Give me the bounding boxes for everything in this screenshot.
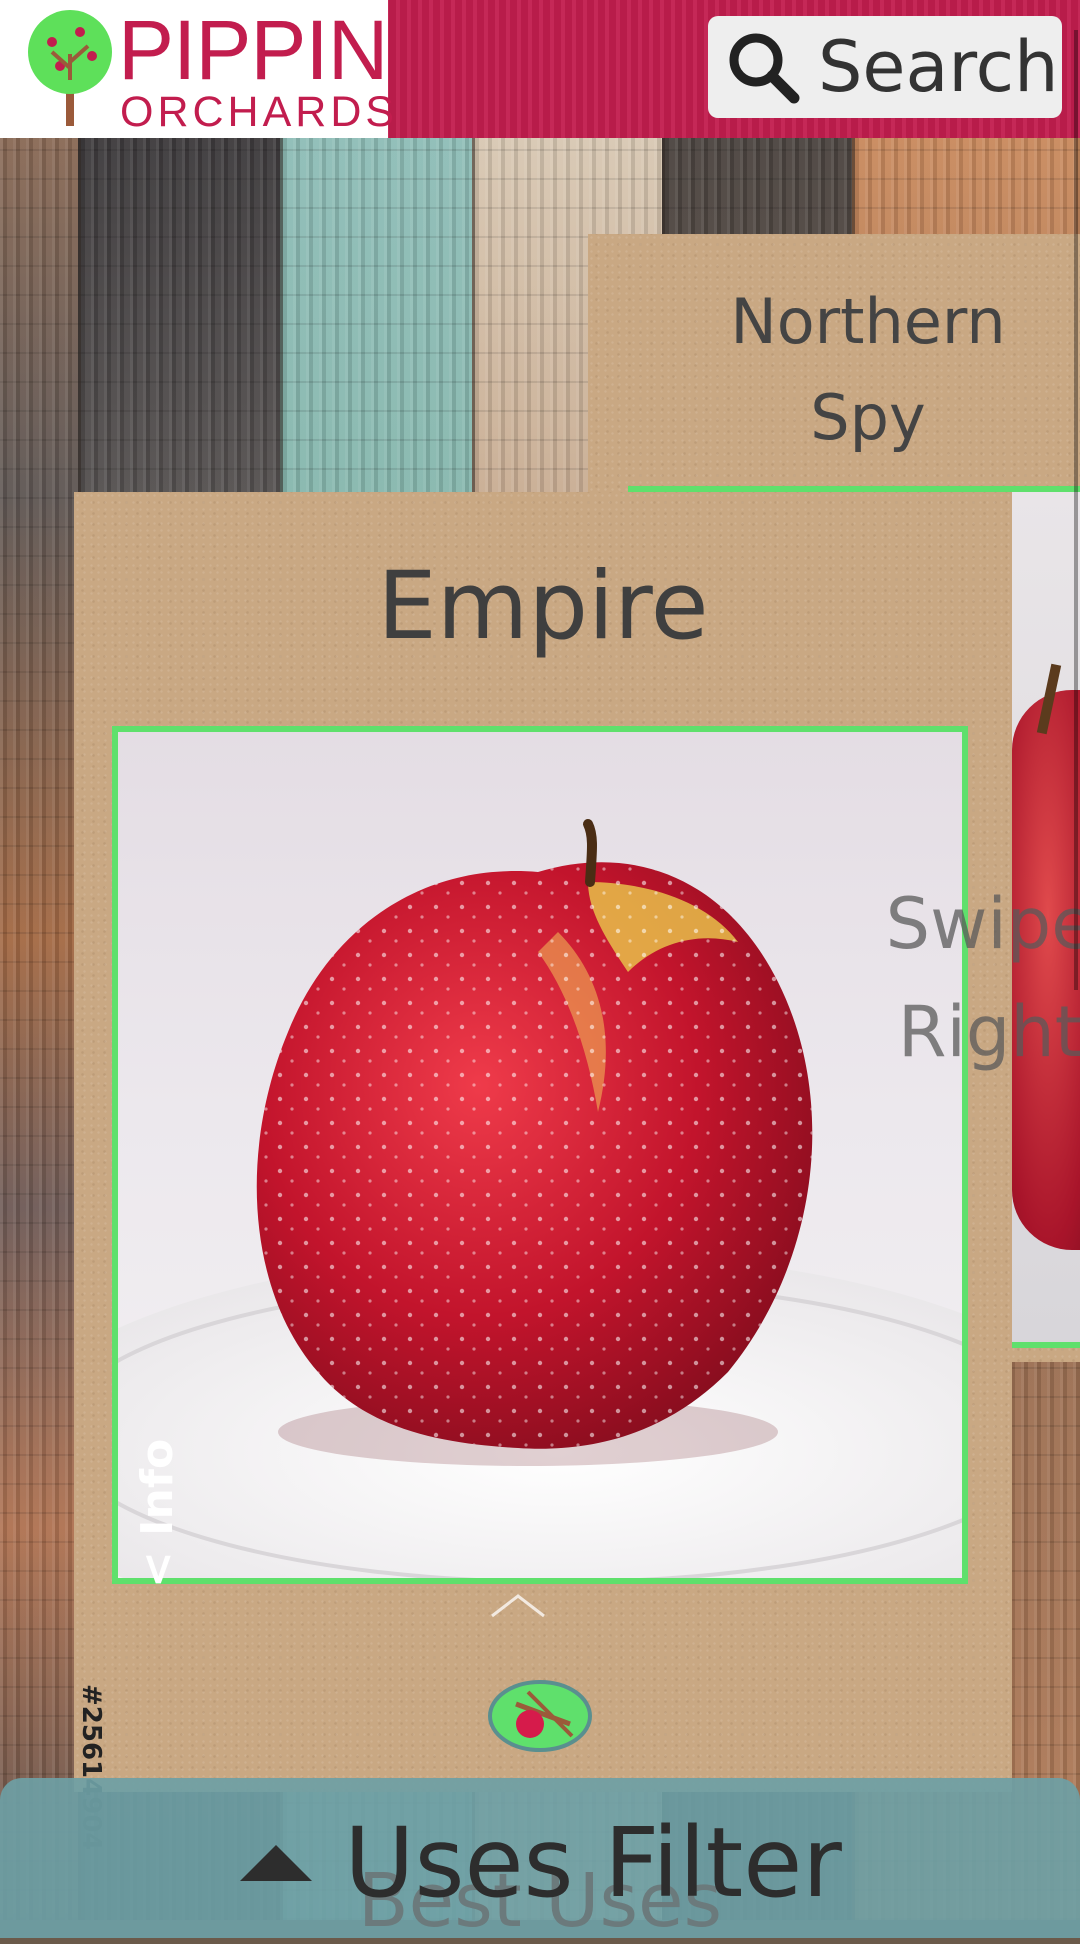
logo-line2: ORCHARDS (120, 88, 399, 136)
card-title: Empire (377, 552, 709, 661)
info-tab[interactable]: < Info (132, 1439, 183, 1588)
logo-text: PIPPIN ORCHARDS (118, 3, 399, 136)
card-back-title-line2: Spy (810, 381, 926, 454)
apple-photo (112, 726, 968, 1584)
apple-badge-icon[interactable] (486, 1678, 594, 1754)
swipe-hint-line1: Swipe (885, 883, 1080, 965)
uses-filter-button[interactable]: Uses Filter (0, 1807, 1080, 1919)
logo[interactable]: PIPPIN ORCHARDS (0, 0, 399, 138)
swipe-hint-line2: Right (897, 991, 1080, 1073)
card-next-frame-edge (1010, 1342, 1080, 1348)
apple-photo-image (118, 732, 962, 1578)
logo-line1: PIPPIN (118, 3, 388, 97)
search-button[interactable]: Search (708, 16, 1062, 118)
card-northern-spy[interactable]: Northern Spy (588, 234, 1080, 492)
card-back-title-line1: Northern (730, 285, 1006, 358)
tree-logo-icon (28, 10, 112, 126)
swipe-hint: Swipe Right (880, 870, 1080, 1086)
scrollbar[interactable] (1074, 30, 1078, 990)
triangle-up-icon (240, 1845, 313, 1881)
search-icon (729, 33, 800, 104)
search-label: Search (818, 26, 1059, 108)
card-back-title: Northern Spy (588, 274, 1080, 466)
uses-filter-label: Uses Filter (344, 1807, 842, 1919)
up-chevron-icon[interactable] (488, 1590, 548, 1620)
app-header: PIPPIN ORCHARDS Search (0, 0, 1080, 138)
